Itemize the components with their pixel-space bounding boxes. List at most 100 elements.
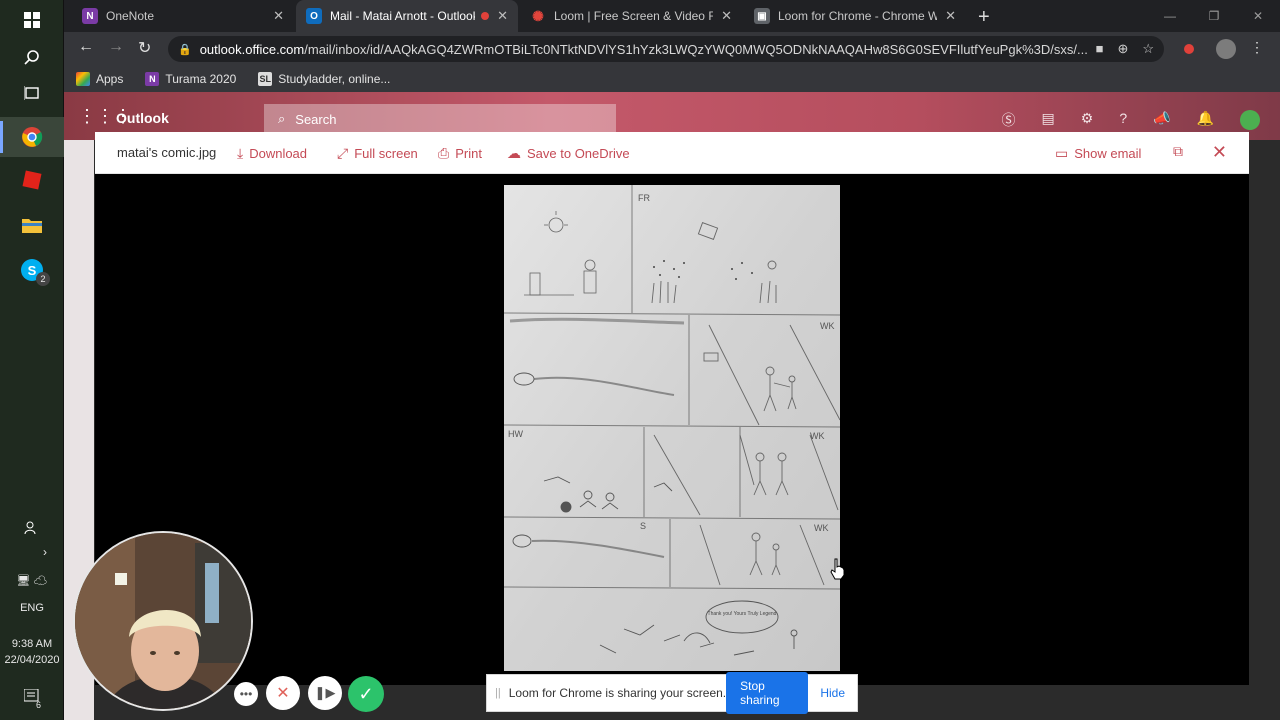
tab-chrome-web-store[interactable]: ▣ Loom for Chrome - Chrome Web Store ✕ [744, 0, 966, 32]
tab-onenote[interactable]: N OneNote ✕ [72, 0, 294, 32]
close-tab-icon[interactable]: ✕ [721, 8, 732, 24]
bookmark-label: Turama 2020 [165, 72, 237, 86]
close-window-icon[interactable]: ✕ [1236, 0, 1280, 32]
new-tab-button[interactable]: + [978, 6, 990, 29]
bookmark-label: Studyladder, online... [278, 72, 391, 86]
hide-button[interactable]: Hide [820, 686, 845, 700]
close-tab-icon[interactable]: ✕ [945, 8, 956, 24]
panel-label-s: S [640, 521, 646, 531]
cloud-icon: ☁ [507, 145, 521, 161]
install-app-icon[interactable]: ⊕ [1117, 41, 1128, 57]
loom-pause-icon[interactable]: ❚▶ [308, 676, 342, 710]
onenote-icon: N [82, 8, 98, 24]
language-indicator[interactable]: ENG [0, 602, 64, 614]
tab-title: Loom for Chrome - Chrome Web Store [778, 9, 938, 23]
address-bar[interactable]: 🔒 outlook.office.com/mail/inbox/id/AAQkA… [168, 36, 1164, 62]
save-to-onedrive-button[interactable]: ☁ Save to OneDrive [507, 145, 630, 162]
panel-label-hw: HW [508, 429, 523, 439]
notification-count: 6 [36, 700, 42, 710]
outlook-brand[interactable]: Outlook [116, 110, 169, 126]
sharing-message: Loom for Chrome is sharing your screen. [508, 686, 727, 700]
back-arrow-icon[interactable]: ← [78, 38, 94, 56]
show-email-button[interactable]: ▭ Show email [1055, 145, 1141, 162]
panel-label-wk-1: WK [820, 321, 835, 331]
search-placeholder: Search [295, 111, 337, 127]
printer-icon: ⎙ [438, 145, 450, 161]
clock-time[interactable]: 9:38 AM [0, 638, 64, 650]
outlook-header-icons: Ⓢ ▤ ⚙ ? 📣 🔔 [1002, 110, 1260, 130]
account-avatar-icon[interactable] [1240, 110, 1260, 130]
save-to-onedrive-label: Save to OneDrive [527, 146, 630, 161]
skype-icon[interactable]: Ⓢ [1002, 110, 1016, 130]
network-cloud-icon[interactable]: 🖥 ☁ [0, 568, 64, 592]
file-explorer-icon[interactable] [0, 205, 64, 245]
task-view-icon[interactable] [0, 73, 64, 113]
outlook-icon: O [306, 8, 322, 24]
settings-gear-icon[interactable]: ⚙ [1081, 110, 1094, 130]
apps-grid-icon [76, 72, 90, 86]
camera-in-use-icon[interactable]: ■ [1096, 41, 1104, 57]
drag-handle-icon[interactable]: || [495, 687, 501, 699]
full-screen-button[interactable]: ⤢ Full screen [337, 145, 418, 162]
outlook-search[interactable]: ⌕ Search [264, 104, 616, 134]
loom-extension-icon[interactable] [1184, 44, 1194, 54]
whats-new-megaphone-icon[interactable]: 📣 [1153, 110, 1170, 130]
skype-taskbar-icon[interactable]: S 2 [0, 250, 64, 290]
close-icon[interactable]: ✕ [1212, 142, 1227, 163]
onenote-icon: N [145, 72, 160, 86]
web-store-icon: ▣ [754, 8, 770, 24]
show-hidden-icons-chevron-icon[interactable]: › [0, 540, 64, 564]
profile-avatar-icon[interactable] [1216, 39, 1236, 59]
full-screen-label: Full screen [354, 146, 418, 161]
search-icon[interactable] [0, 37, 64, 77]
action-center-icon[interactable]: 6 [0, 676, 64, 716]
chrome-taskbar-icon[interactable] [0, 117, 64, 157]
reload-icon[interactable]: ↻ [138, 38, 151, 58]
teams-icon[interactable]: ▤ [1042, 110, 1055, 130]
minimize-icon[interactable]: — [1148, 0, 1192, 32]
bookmark-label: Apps [96, 72, 124, 86]
show-email-label: Show email [1074, 146, 1142, 161]
print-label: Print [455, 146, 482, 161]
lock-icon[interactable]: 🔒 [178, 43, 192, 56]
print-button[interactable]: ⎙ Print [438, 145, 482, 162]
chrome-tab-strip: N OneNote ✕ O Mail - Matai Arnott - Outl… [64, 0, 1280, 32]
notifications-bell-icon[interactable]: 🔔 [1197, 110, 1214, 130]
comic-image: FR WK HW WK S WK Thank you! Yours Truly … [504, 185, 840, 671]
forward-arrow-icon[interactable]: → [108, 38, 124, 56]
tab-title: Mail - Matai Arnott - Outlook [330, 9, 476, 23]
tab-outlook-mail[interactable]: O Mail - Matai Arnott - Outlook ✕ [296, 0, 518, 32]
loom-finish-checkmark-icon[interactable]: ✓ [348, 676, 384, 712]
stop-sharing-button[interactable]: Stop sharing [726, 672, 809, 714]
webcam-bubble[interactable] [73, 531, 253, 711]
attachment-viewer: matai's comic.jpg ⤓ Download ⤢ Full scre… [95, 132, 1249, 685]
windows-start-icon[interactable] [0, 0, 64, 40]
bookmark-turama[interactable]: N Turama 2020 [145, 72, 236, 86]
window-controls: — ❐ ✕ [1148, 0, 1280, 32]
roblox-taskbar-icon[interactable] [0, 160, 64, 200]
close-tab-icon[interactable]: ✕ [273, 8, 284, 24]
tab-loom[interactable]: ✺ Loom | Free Screen & Video Recording ✕ [520, 0, 742, 32]
url-text[interactable]: outlook.office.com/mail/inbox/id/AAQkAGQ… [200, 42, 1096, 57]
loom-cancel-icon[interactable]: ✕ [266, 676, 300, 710]
help-icon[interactable]: ? [1119, 110, 1127, 130]
download-button[interactable]: ⤓ Download [237, 145, 307, 162]
windows-taskbar: S 2 › 🖥 ☁ ENG 9:38 AM 22/04/2020 6 [0, 0, 64, 720]
recording-indicator-icon [481, 12, 490, 20]
bookmark-apps[interactable]: Apps [76, 72, 123, 86]
comic-drawing: FR WK HW WK S WK Thank you! Yours Truly … [504, 185, 840, 671]
bookmark-star-icon[interactable]: ☆ [1142, 41, 1154, 57]
bookmark-studyladder[interactable]: SL Studyladder, online... [258, 72, 390, 86]
panel-label-wk-2: WK [810, 431, 825, 441]
email-icon: ▭ [1055, 145, 1069, 161]
restore-icon[interactable]: ❐ [1192, 0, 1236, 32]
chrome-menu-icon[interactable]: ⋮ [1250, 39, 1264, 56]
clock-date[interactable]: 22/04/2020 [0, 654, 64, 666]
loom-more-options-icon[interactable]: ••• [234, 682, 258, 706]
pop-out-icon[interactable]: ⧉ [1173, 143, 1183, 160]
close-tab-icon[interactable]: ✕ [497, 8, 508, 24]
viewer-toolbar: matai's comic.jpg ⤓ Download ⤢ Full scre… [95, 132, 1249, 174]
attachment-filename: matai's comic.jpg [117, 145, 217, 160]
download-label: Download [249, 146, 308, 161]
webcam-feed [75, 533, 251, 709]
